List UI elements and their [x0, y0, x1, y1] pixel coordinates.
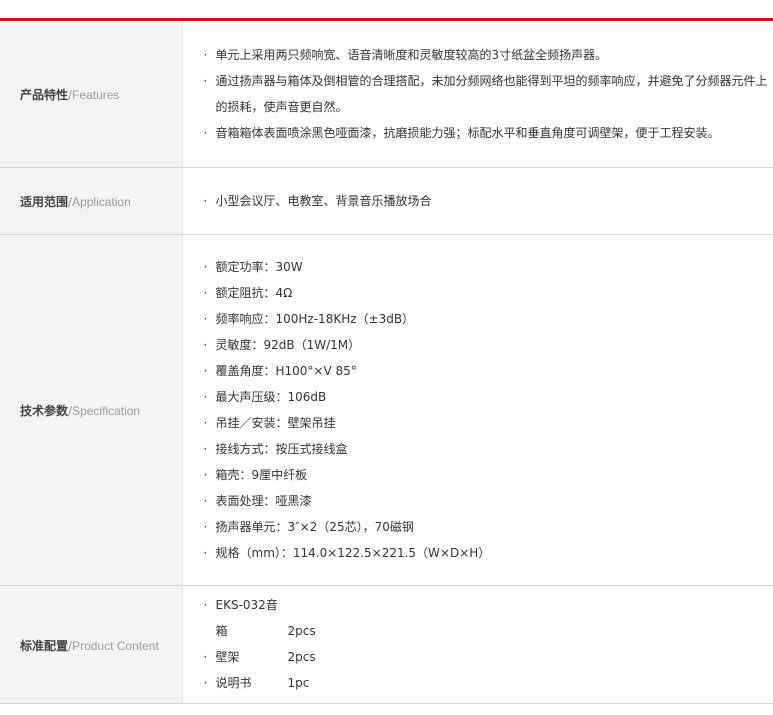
section-content: 单元上采用两只频响宽、语音清晰度和灵敏度较高的3寸纸盆全频扬声器。 通过扬声器与…: [182, 21, 773, 167]
list-item: 通过扬声器与箱体及倒相管的合理搭配，未加分频网络也能得到平坦的频率响应，并避免了…: [204, 68, 773, 120]
section-content: 额定功率：30W 额定阻抗：4Ω 频率响应：100Hz-18KHz（±3dB） …: [182, 234, 773, 585]
package-item-qty: 2pcs: [287, 650, 316, 664]
list-item: 最大声压级：106dB: [204, 384, 773, 410]
list-item: 小型会议厅、电教室、背景音乐播放场合: [204, 188, 773, 214]
list-item: 说明书 1pc: [204, 670, 773, 696]
section-application: 适用范围/Application 小型会议厅、电教室、背景音乐播放场合: [0, 167, 773, 234]
application-list: 小型会议厅、电教室、背景音乐播放场合: [204, 188, 773, 214]
section-label: 标准配置/Product Content: [0, 585, 183, 703]
label-en: Product Content: [72, 638, 159, 653]
list-item: 覆盖角度：H100°×V 85°: [204, 358, 773, 384]
package-item-qty: 1pc: [287, 676, 310, 690]
label-cn: 产品特性: [20, 88, 69, 103]
package-item-name: EKS-032音箱: [215, 598, 278, 638]
section-content: EKS-032音箱 2pcs 壁架 2pcs 说明书 1pc: [182, 585, 773, 703]
section-features: 产品特性/Features 单元上采用两只频响宽、语音清晰度和灵敏度较高的3寸纸…: [0, 21, 773, 167]
list-item: 额定阻抗：4Ω: [204, 280, 773, 306]
list-item: 频率响应：100Hz-18KHz（±3dB）: [204, 306, 773, 332]
section-label: 产品特性/Features: [0, 21, 183, 167]
label-en: Features: [72, 88, 120, 103]
list-item: 壁架 2pcs: [204, 644, 773, 670]
list-item: 吊挂／安装：壁架吊挂: [204, 410, 773, 436]
list-item: 箱壳：9厘中纤板: [204, 462, 773, 488]
list-item: 音箱箱体表面喷涂黑色哑面漆，抗磨损能力强；标配水平和垂直角度可调壁架，便于工程安…: [204, 120, 773, 146]
package-item-qty: 2pcs: [287, 624, 316, 638]
feature-list: 单元上采用两只频响宽、语音清晰度和灵敏度较高的3寸纸盆全频扬声器。 通过扬声器与…: [204, 42, 773, 146]
list-item: 灵敏度：92dB（1W/1M）: [204, 332, 773, 358]
section-product-content: 标准配置/Product Content EKS-032音箱 2pcs 壁架 2pc…: [0, 585, 773, 703]
label-cn: 技术参数: [20, 404, 69, 418]
section-label: 适用范围/Application: [0, 167, 183, 234]
list-item: EKS-032音箱 2pcs: [204, 592, 773, 644]
label-en: Application: [72, 195, 131, 209]
label-cn: 适用范围: [20, 195, 69, 209]
section-specification: 技术参数/Specification 额定功率：30W 额定阻抗：4Ω 频率响应…: [0, 234, 773, 585]
package-item-name: 说明书: [215, 676, 252, 690]
list-item: 额定功率：30W: [204, 254, 773, 280]
list-item: 规格（mm）：114.0×122.5×221.5（W×D×H）: [204, 540, 773, 566]
spec-table: 产品特性/Features 单元上采用两只频响宽、语音清晰度和灵敏度较高的3寸纸…: [0, 21, 773, 704]
list-item: 单元上采用两只频响宽、语音清晰度和灵敏度较高的3寸纸盆全频扬声器。: [204, 42, 773, 68]
label-en: Specification: [72, 404, 141, 418]
list-item: 接线方式：按压式接线盒: [204, 436, 773, 462]
section-content: 小型会议厅、电教室、背景音乐播放场合: [182, 167, 773, 234]
package-item-name: 壁架: [215, 650, 240, 664]
spec-list: 额定功率：30W 额定阻抗：4Ω 频率响应：100Hz-18KHz（±3dB） …: [204, 254, 773, 566]
list-item: 扬声器单元：3″×2（25芯），70磁钢: [204, 514, 773, 540]
label-cn: 标准配置: [20, 638, 69, 653]
package-list: EKS-032音箱 2pcs 壁架 2pcs 说明书 1pc: [204, 592, 773, 696]
list-item: 表面处理：哑黑漆: [204, 488, 773, 514]
section-label: 技术参数/Specification: [0, 234, 183, 585]
